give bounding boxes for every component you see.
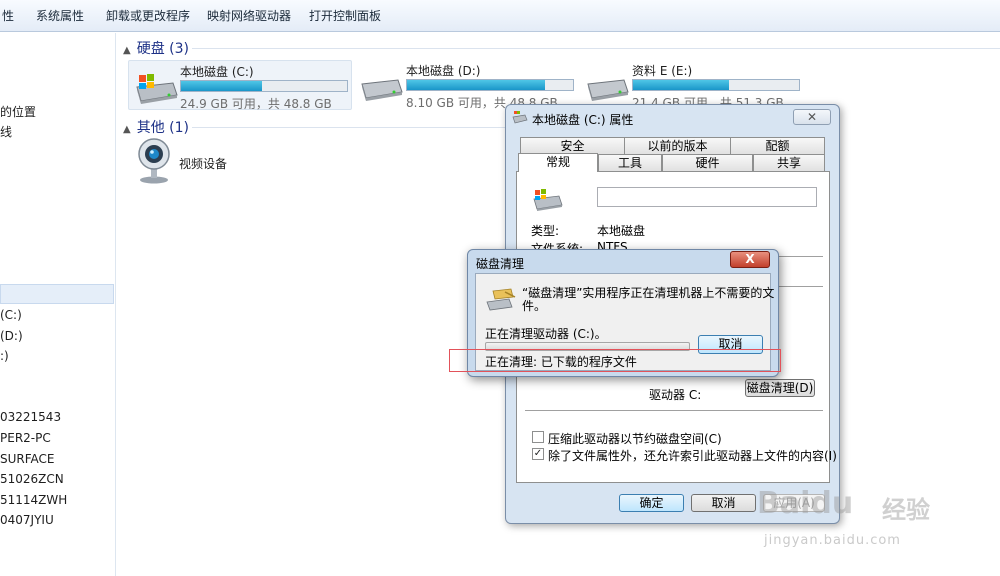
drive-large-icon bbox=[533, 189, 563, 211]
watermark-cn: 经验 bbox=[882, 496, 930, 524]
drive-d-usage-fill bbox=[407, 80, 545, 90]
disk-cleanup-icon bbox=[486, 288, 516, 311]
cleaning-drive-label: 正在清理驱动器 (C:)。 bbox=[485, 327, 607, 341]
compress-checkbox-label: 压缩此驱动器以节约磁盘空间(C) bbox=[548, 432, 722, 446]
cmd-open-control-panel[interactable]: 打开控制面板 bbox=[309, 0, 381, 32]
annotation-highlight-box bbox=[449, 349, 781, 372]
tab-general[interactable]: 常规 bbox=[518, 153, 598, 172]
drive-e-usage-bar bbox=[632, 79, 800, 91]
nav-item-computer-3[interactable]: SURFACE bbox=[0, 452, 55, 466]
group-hard-disks-label: 硬盘 (3) bbox=[136, 41, 189, 57]
tab-previous-versions[interactable]: 以前的版本 bbox=[624, 137, 731, 154]
nav-item-drive-d[interactable]: (D:) bbox=[0, 329, 23, 343]
tab-sharing[interactable]: 共享 bbox=[753, 154, 825, 171]
drive-d-name: 本地磁盘 (D:) bbox=[406, 64, 481, 78]
index-checkbox-label: 除了文件属性外，还允许索引此驱动器上文件的内容(I) bbox=[548, 449, 837, 463]
group-divider bbox=[192, 48, 1000, 49]
nav-item-computer-4[interactable]: 51026ZCN bbox=[0, 472, 64, 486]
drive-c-usage-bar bbox=[180, 80, 348, 92]
group-divider bbox=[192, 127, 505, 128]
drive-e-name: 资料 E (E:) bbox=[632, 64, 693, 78]
cancel-button[interactable]: 取消 bbox=[691, 494, 756, 512]
index-checkbox[interactable]: ✓ bbox=[532, 448, 544, 460]
hard-drive-icon bbox=[587, 79, 629, 101]
navigation-pane: 的位置 线 (C:) (D:) :) 03221543 PER2-PC SURF… bbox=[0, 33, 116, 576]
type-label: 类型: bbox=[531, 224, 560, 238]
apply-button[interactable]: 应用(A) bbox=[763, 494, 825, 512]
collapse-triangle-icon: ▲ bbox=[123, 45, 131, 56]
drive-d-usage-bar bbox=[406, 79, 574, 91]
tab-hardware[interactable]: 硬件 bbox=[662, 154, 753, 171]
drive-letter-label: 驱动器 C: bbox=[649, 388, 702, 402]
disk-cleanup-close-button[interactable]: X bbox=[730, 251, 770, 268]
drive-c-info: 24.9 GB 可用，共 48.8 GB bbox=[180, 97, 332, 111]
disk-cleanup-message-1: “磁盘清理”实用程序正在清理机器上不需要的文 bbox=[522, 286, 775, 300]
nav-selection-highlight bbox=[0, 284, 114, 304]
drive-c-usage-fill bbox=[181, 81, 263, 91]
properties-close-button[interactable]: ✕ bbox=[793, 109, 831, 125]
compress-checkbox[interactable] bbox=[532, 431, 544, 443]
drive-tile-e[interactable]: 资料 E (E:) 21.4 GB 可用，共 51.3 GB bbox=[582, 60, 806, 110]
cmd-map-network-drive[interactable]: 映射网络驱动器 bbox=[207, 0, 291, 32]
webcam-icon bbox=[138, 138, 170, 184]
nav-item-computer-6[interactable]: 0407JYIU bbox=[0, 513, 54, 527]
drive-label-input[interactable] bbox=[597, 187, 817, 207]
tab-tools[interactable]: 工具 bbox=[598, 154, 662, 171]
collapse-triangle-icon: ▲ bbox=[123, 124, 131, 135]
drive-e-usage-fill bbox=[633, 80, 730, 90]
group-hard-disks[interactable]: ▲ 硬盘 (3) bbox=[123, 38, 189, 58]
drive-c-name: 本地磁盘 (C:) bbox=[180, 65, 254, 79]
properties-dialog-title: 本地磁盘 (C:) 属性 bbox=[532, 113, 634, 127]
watermark-url: jingyan.baidu.com bbox=[764, 533, 901, 548]
group-other[interactable]: ▲ 其他 (1) bbox=[123, 117, 189, 137]
cmd-uninstall-program[interactable]: 卸载或更改程序 bbox=[106, 0, 190, 32]
tab-quota[interactable]: 配额 bbox=[730, 137, 825, 154]
separator bbox=[525, 410, 823, 411]
nav-item-line[interactable]: 线 bbox=[0, 123, 12, 140]
video-device-tile[interactable]: 视频设备 bbox=[134, 136, 254, 186]
video-device-name: 视频设备 bbox=[179, 157, 228, 171]
cmd-properties[interactable]: 性 bbox=[2, 0, 14, 32]
ok-button[interactable]: 确定 bbox=[619, 494, 684, 512]
drive-tile-c[interactable]: 本地磁盘 (C:) 24.9 GB 可用，共 48.8 GB bbox=[128, 60, 352, 111]
nav-item-drive-e[interactable]: :) bbox=[0, 349, 9, 363]
type-value: 本地磁盘 bbox=[597, 224, 646, 238]
nav-item-drive-c[interactable]: (C:) bbox=[0, 308, 22, 322]
command-bar: 性 系统属性 卸载或更改程序 映射网络驱动器 打开控制面板 bbox=[0, 0, 1000, 32]
hard-drive-icon bbox=[136, 74, 178, 104]
group-other-label: 其他 (1) bbox=[136, 120, 189, 136]
nav-item-computer-5[interactable]: 51114ZWH bbox=[0, 493, 67, 507]
drive-tile-d[interactable]: 本地磁盘 (D:) 8.10 GB 可用，共 48.8 GB bbox=[356, 60, 580, 110]
drive-title-icon bbox=[512, 111, 528, 124]
nav-item-computer-1[interactable]: 03221543 bbox=[0, 410, 61, 424]
disk-cleanup-button[interactable]: 磁盘清理(D) bbox=[745, 379, 815, 397]
nav-item-locations[interactable]: 的位置 bbox=[0, 103, 36, 120]
disk-cleanup-message-2: 件。 bbox=[522, 299, 547, 313]
disk-cleanup-title: 磁盘清理 bbox=[476, 257, 525, 271]
hard-drive-icon bbox=[361, 79, 403, 101]
tab-security[interactable]: 安全 bbox=[520, 137, 625, 154]
cmd-system-properties[interactable]: 系统属性 bbox=[36, 0, 84, 32]
nav-item-computer-2[interactable]: PER2-PC bbox=[0, 431, 51, 445]
